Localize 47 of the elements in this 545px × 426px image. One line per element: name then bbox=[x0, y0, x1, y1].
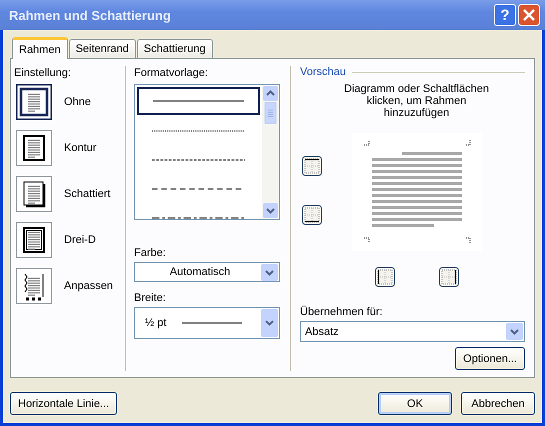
horizontal-line-button[interactable]: Horizontale Linie... bbox=[10, 392, 118, 415]
setting-label: Ohne bbox=[64, 96, 91, 108]
settings-label: Einstellung: bbox=[14, 66, 72, 80]
line-sample-icon bbox=[152, 216, 245, 220]
line-sample-icon bbox=[152, 129, 245, 133]
style-label: Formatvorlage: bbox=[134, 66, 209, 80]
color-dropdown[interactable]: Automatisch bbox=[134, 262, 280, 282]
width-dropdown[interactable]: ½ pt bbox=[134, 307, 280, 339]
border-right-button[interactable] bbox=[439, 267, 459, 287]
help-button[interactable]: ? bbox=[494, 4, 516, 26]
preview-hint: Diagramm oder Schaltflächen klicken, um Rahmen hinzuzufügen bbox=[343, 83, 490, 119]
cancel-button[interactable]: Abbrechen bbox=[461, 392, 535, 415]
color-value: Automatisch bbox=[168, 266, 232, 278]
close-icon[interactable] bbox=[518, 4, 540, 26]
scrollbar[interactable] bbox=[262, 85, 279, 219]
line-sample-icon bbox=[152, 158, 245, 162]
setting-none-icon[interactable] bbox=[16, 84, 52, 120]
width-value: ½ pt bbox=[145, 317, 166, 329]
width-label: Breite: bbox=[134, 291, 167, 305]
color-label: Farbe: bbox=[134, 246, 167, 260]
setting-three-d-icon[interactable] bbox=[16, 222, 52, 258]
apply-label: Übernehmen für: bbox=[300, 305, 384, 319]
border-bottom-button[interactable] bbox=[302, 205, 322, 225]
apply-dropdown[interactable]: Absatz bbox=[300, 321, 525, 342]
scroll-up-icon[interactable] bbox=[263, 86, 278, 101]
setting-label: Kontur bbox=[64, 142, 96, 154]
setting-shadow-icon[interactable] bbox=[16, 176, 52, 212]
setting-box-icon[interactable] bbox=[16, 130, 52, 166]
window-title: Rahmen und Schattierung bbox=[9, 8, 172, 22]
border-left-button[interactable] bbox=[375, 267, 395, 287]
line-sample-icon bbox=[153, 99, 244, 103]
line-style-item[interactable] bbox=[137, 87, 260, 115]
preview-heading: Vorschau bbox=[300, 66, 346, 78]
setting-label: Drei-D bbox=[64, 234, 96, 246]
scroll-thumb[interactable] bbox=[263, 102, 278, 124]
options-button[interactable]: Optionen... bbox=[455, 347, 525, 370]
apply-value: Absatz bbox=[305, 326, 339, 338]
setting-custom-icon[interactable] bbox=[16, 268, 52, 304]
line-sample-icon bbox=[182, 321, 242, 325]
setting-label: Anpassen bbox=[64, 280, 113, 292]
tab[interactable]: Rahmen bbox=[12, 37, 68, 59]
ok-button[interactable]: OK bbox=[378, 392, 452, 415]
scroll-down-icon[interactable] bbox=[263, 203, 278, 218]
setting-label: Schattiert bbox=[64, 188, 110, 200]
tab[interactable]: Seitenrand bbox=[68, 39, 136, 58]
tab[interactable]: Schattierung bbox=[136, 39, 213, 58]
border-top-button[interactable] bbox=[302, 156, 322, 176]
